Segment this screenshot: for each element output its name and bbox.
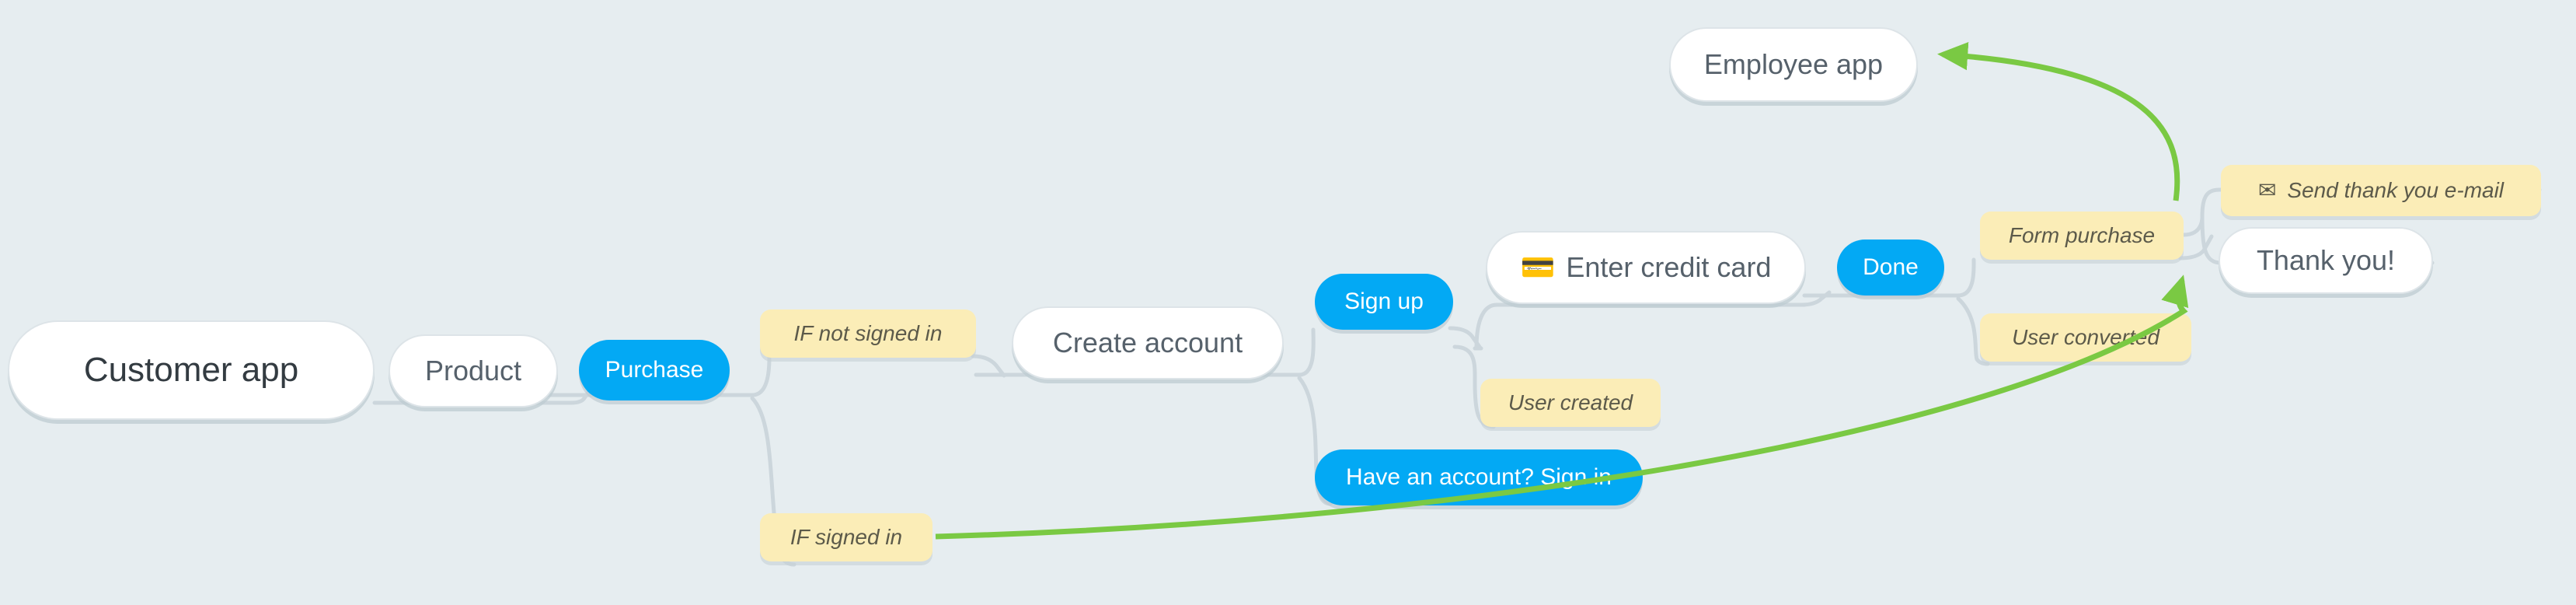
node-label: IF not signed in — [793, 321, 943, 345]
node-label: Customer app — [83, 351, 299, 389]
node-thank-you[interactable]: Thank you! — [2219, 227, 2433, 294]
node-purchase[interactable]: Purchase — [579, 340, 730, 400]
node-form-purchase[interactable]: Form purchase — [1980, 212, 2184, 260]
flow-to-employee-app — [1937, 41, 2180, 201]
flow-arrows — [935, 41, 2189, 540]
node-done[interactable]: Done — [1837, 240, 1944, 296]
node-label: User converted — [2012, 325, 2159, 349]
node-label: Purchase — [605, 357, 704, 383]
node-have-account[interactable]: Have an account? Sign in — [1315, 449, 1643, 505]
node-label: Send thank you e-mail — [2287, 178, 2505, 202]
node-if-not-signed[interactable]: IF not signed in — [760, 309, 976, 358]
node-label: Thank you! — [2256, 244, 2396, 276]
node-label: Have an account? Sign in — [1346, 464, 1612, 490]
diagram-canvas: Customer app Product Purchase IF not signed… — [0, 0, 2576, 605]
node-create-account[interactable]: Create account — [1012, 306, 1284, 379]
node-label: Employee app — [1703, 48, 1884, 80]
node-label: Product — [424, 355, 522, 386]
tree-connectors — [372, 187, 2542, 567]
node-label: IF signed in — [790, 525, 903, 549]
node-customer-app[interactable]: Customer app — [8, 320, 375, 420]
node-user-created[interactable]: User created — [1480, 379, 1661, 427]
envelope-icon: ✉ — [2257, 178, 2277, 202]
node-if-signed-in[interactable]: IF signed in — [760, 513, 932, 561]
credit-card-icon: 💳 — [1520, 251, 1556, 283]
node-employee-app[interactable]: Employee app — [1669, 27, 1918, 102]
node-label: Sign up — [1344, 289, 1424, 314]
node-product[interactable]: Product — [389, 334, 558, 407]
node-label: Done — [1863, 254, 1919, 280]
node-label: Form purchase — [2008, 223, 2156, 247]
node-sign-up[interactable]: Sign up — [1315, 274, 1453, 330]
node-label: Enter credit card — [1566, 251, 1772, 283]
node-enter-card[interactable]: 💳 Enter credit card — [1486, 231, 1806, 304]
node-user-converted[interactable]: User converted — [1980, 313, 2191, 362]
node-label: Create account — [1052, 327, 1243, 358]
node-send-email[interactable]: ✉ Send thank you e-mail — [2221, 165, 2541, 216]
node-label: User created — [1508, 390, 1633, 414]
